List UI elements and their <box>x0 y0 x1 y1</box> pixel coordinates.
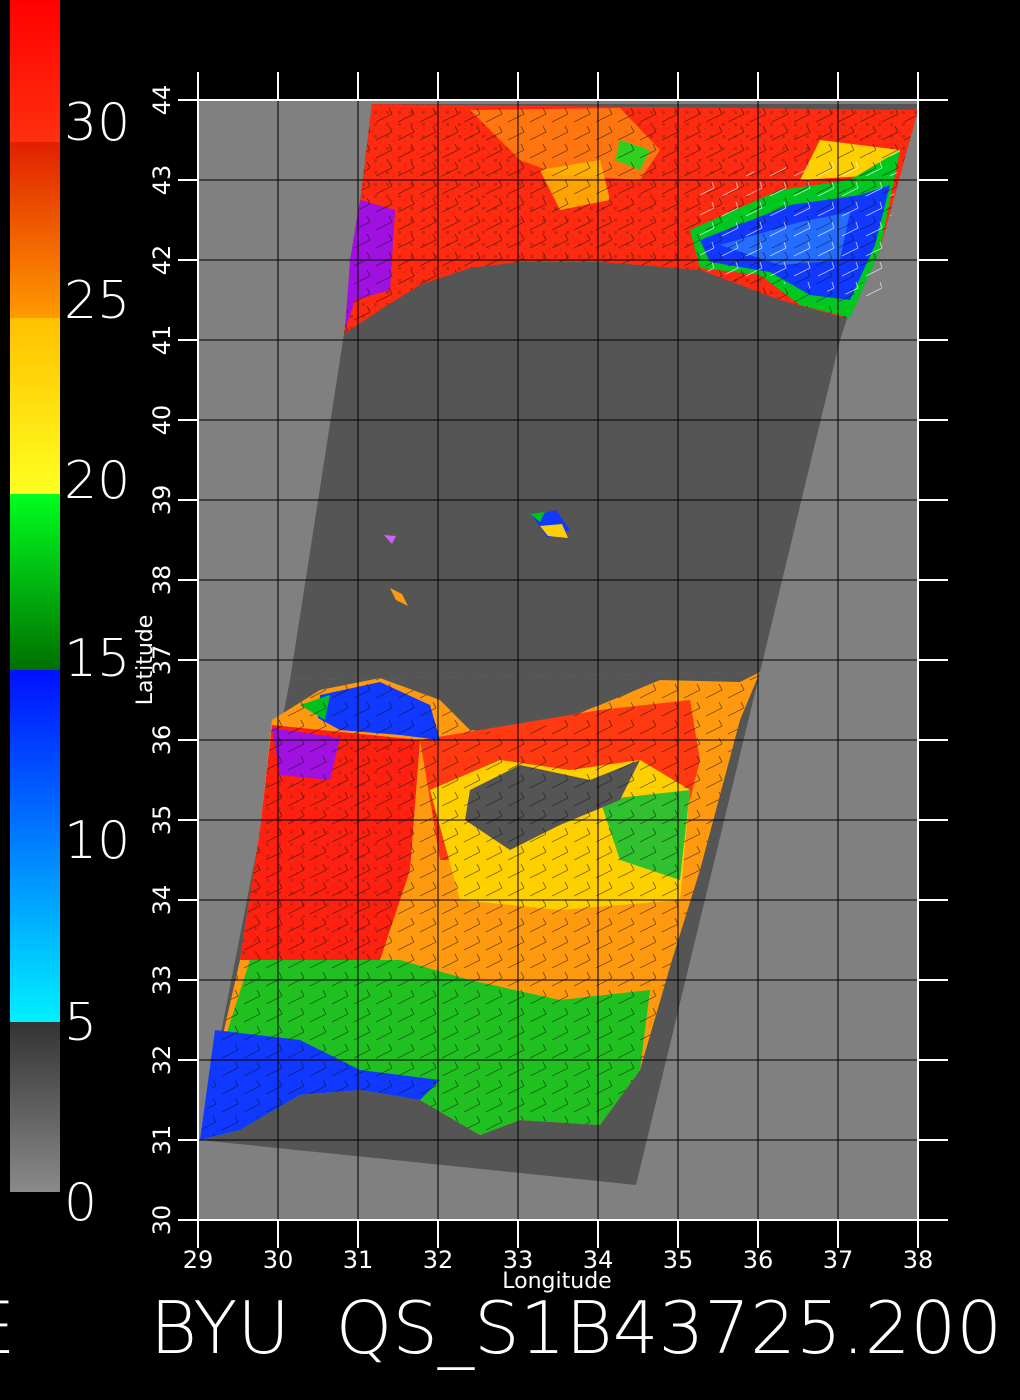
lat-tick-label-38: 38 <box>148 565 176 596</box>
footer-left-glyph: E <box>0 1286 16 1370</box>
lon-tick-label-30: 30 <box>263 1246 294 1274</box>
colorbar-label-5: 5 <box>64 993 97 1053</box>
lat-tick-label-39: 39 <box>148 485 176 516</box>
colorbar-label-20: 20 <box>64 451 130 511</box>
colorbar-label-25: 25 <box>64 271 130 331</box>
lat-tick-label-43: 43 <box>148 165 176 196</box>
colorbar: 30 25 20 15 10 5 0 <box>10 0 130 1233</box>
colorbar-segment-gray <box>10 1022 60 1192</box>
lat-tick-label-33: 33 <box>148 965 176 996</box>
lat-tick-label-31: 31 <box>148 1125 176 1156</box>
lon-tick-label-31: 31 <box>343 1246 374 1274</box>
colorbar-segment-blue <box>10 670 60 1022</box>
lon-tick-label-35: 35 <box>663 1246 694 1274</box>
lon-tick-label-36: 36 <box>743 1246 774 1274</box>
lat-tick-label-34: 34 <box>148 885 176 916</box>
lon-tick-label-37: 37 <box>823 1246 854 1274</box>
colorbar-label-30: 30 <box>64 93 130 153</box>
lat-tick-label-36: 36 <box>148 725 176 756</box>
lat-tick-label-32: 32 <box>148 1045 176 1076</box>
colorbar-label-10: 10 <box>64 811 130 871</box>
colorbar-segment-orange <box>10 142 60 318</box>
footer: E BYU QS_S1B43725.200 <box>0 1286 1002 1370</box>
lon-tick-label-32: 32 <box>423 1246 454 1274</box>
lat-tick-label-35: 35 <box>148 805 176 836</box>
colorbar-segment-red <box>10 0 60 142</box>
colorbar-label-15: 15 <box>64 629 130 689</box>
lat-tick-label-30: 30 <box>148 1205 176 1236</box>
colorbar-segment-yellow <box>10 318 60 494</box>
wind-speed-map-figure: 30 25 20 15 10 5 0 29 30 31 32 33 34 35 36 37 … <box>0 0 1002 1370</box>
lon-tick-label-38: 38 <box>903 1246 934 1274</box>
colorbar-label-0: 0 <box>64 1173 97 1233</box>
lon-tick-label-29: 29 <box>183 1246 214 1274</box>
lat-tick-label-41: 41 <box>148 325 176 356</box>
lat-tick-label-44: 44 <box>148 85 176 116</box>
y-axis-title: Latitude <box>133 615 158 706</box>
lat-tick-label-40: 40 <box>148 405 176 436</box>
lat-tick-label-42: 42 <box>148 245 176 276</box>
footer-title: BYU QS_S1B43725.200 <box>150 1286 1002 1370</box>
map-plot: 29 30 31 32 33 34 35 36 37 38 3031323334353637383… <box>133 72 948 1294</box>
colorbar-segment-green <box>10 494 60 670</box>
